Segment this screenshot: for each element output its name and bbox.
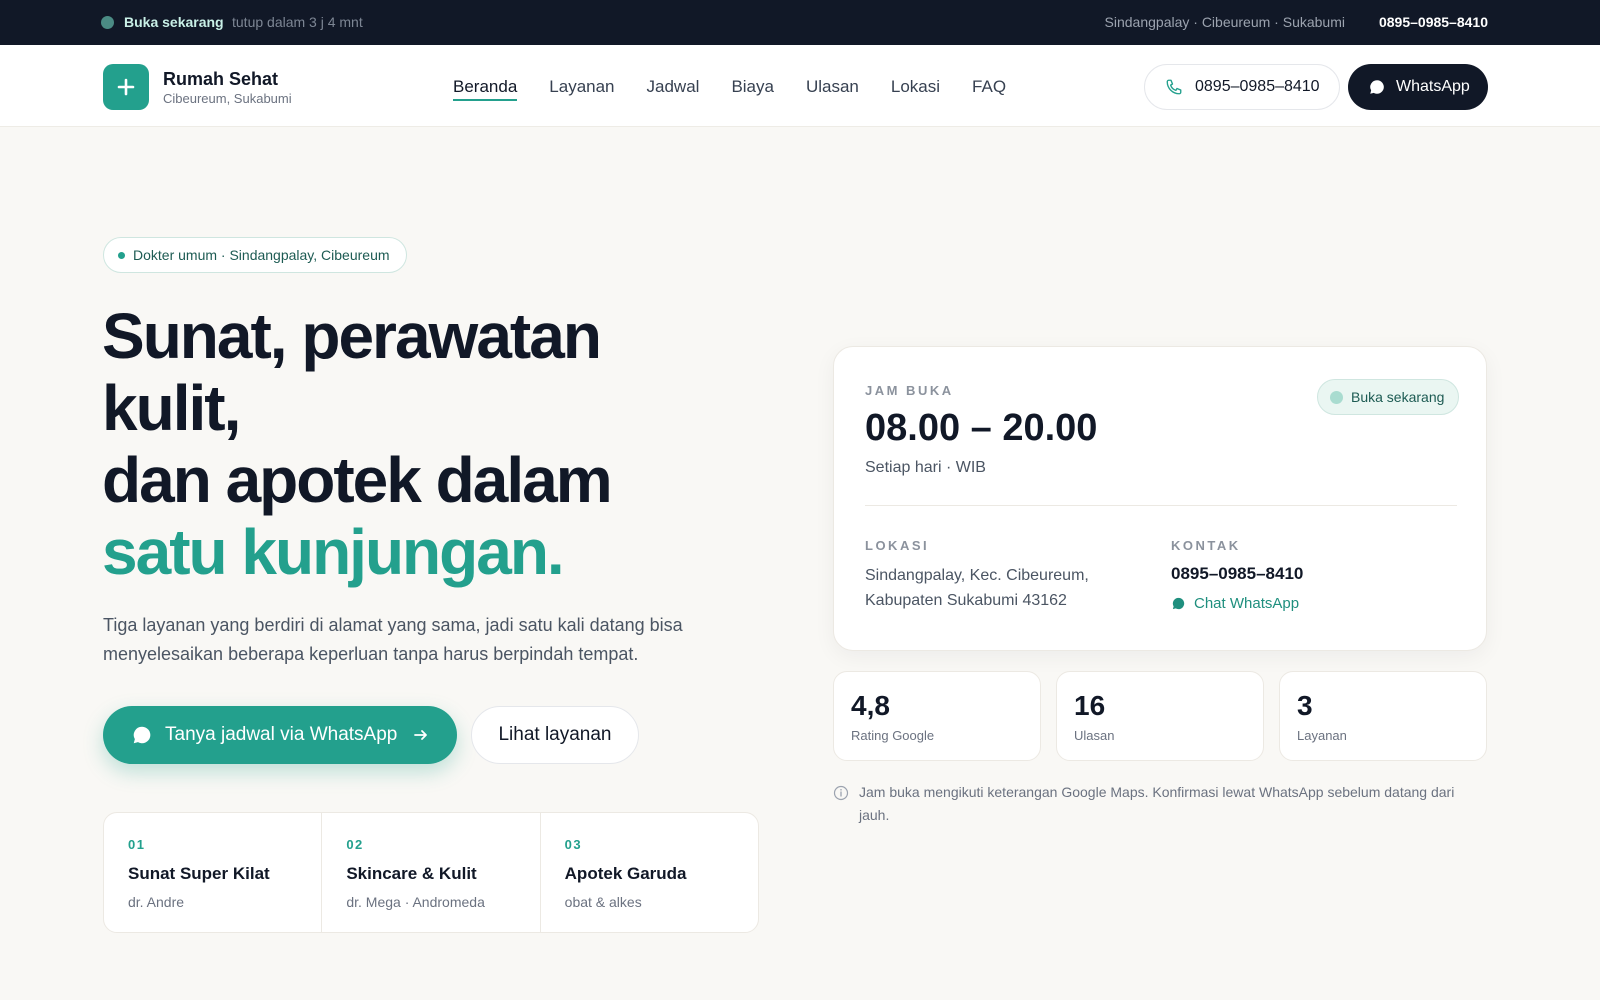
stat-value: 16 [1074, 690, 1106, 721]
service-card[interactable]: 01 Sunat Super Kilat dr. Andre [104, 813, 323, 932]
headline-accent: satu kunjungan. [102, 516, 565, 588]
nav-item-beranda[interactable]: Beranda [453, 77, 518, 101]
service-number: 02 [346, 837, 364, 852]
info-icon [833, 785, 849, 801]
location-label: LOKASI [865, 538, 930, 553]
stat-card-services: 3 Layanan [1279, 671, 1487, 761]
topbar-phone-link[interactable]: 0895–0985–8410 [1379, 14, 1488, 30]
stat-value: 3 [1297, 690, 1313, 721]
badge-label: Buka sekarang [1351, 389, 1445, 405]
card-divider [865, 505, 1457, 506]
category-pill: Dokter umum · Sindangpalay, Cibeureum [103, 237, 407, 273]
service-subtitle: dr. Andre [128, 894, 185, 910]
stat-label: Layanan [1297, 728, 1347, 743]
contact-phone-link[interactable]: 0895–0985–8410 [1171, 564, 1303, 584]
headline-line-1: Sunat, perawatan [102, 300, 602, 372]
service-number: 03 [564, 837, 583, 852]
brand-subtitle: Cibeureum, Sukabumi [163, 91, 292, 106]
service-name: Skincare & Kulit [346, 864, 477, 883]
service-card[interactable]: 02 Skincare & Kulit dr. Mega · Andromeda [322, 813, 541, 932]
contact-label: KONTAK [1171, 538, 1241, 553]
hours-label: JAM BUKA [865, 383, 954, 398]
arrow-right-icon [414, 730, 428, 740]
location-text: Sindangpalay · Cibeureum · Sukabumi [1104, 14, 1345, 30]
closing-time-text: tutup dalam 3 j 4 mnt [232, 14, 363, 30]
stat-card-reviews: 16 Ulasan [1056, 671, 1264, 761]
service-subtitle: dr. Mega · Andromeda [346, 894, 485, 910]
opening-hours-card: JAM BUKA 08.00 – 20.00 Setiap hari · WIB… [833, 346, 1487, 651]
open-status-label: Buka sekarang [124, 14, 224, 30]
view-services-button[interactable]: Lihat layanan [471, 706, 639, 764]
disclaimer-text: Jam buka mengikuti keterangan Google Map… [859, 784, 1455, 823]
hero-description: Tiga layanan yang berdiri di alamat yang… [103, 615, 683, 664]
main-nav: Beranda Layanan Jadwal Biaya Ulasan Loka… [453, 77, 1006, 101]
service-name: Sunat Super Kilat [128, 864, 270, 883]
badge-dot [1330, 390, 1343, 404]
open-status-badge: Buka sekarang [1317, 379, 1460, 415]
opening-hours: 08.00 – 20.00 [865, 407, 1098, 449]
pill-dot [118, 251, 125, 259]
nav-item-lokasi[interactable]: Lokasi [891, 77, 940, 101]
nav-item-jadwal[interactable]: Jadwal [647, 77, 700, 101]
brand-name[interactable]: Rumah Sehat [163, 69, 278, 90]
stat-label: Rating Google [851, 728, 935, 743]
whatsapp-schedule-label: Tanya jadwal via WhatsApp [165, 724, 398, 745]
service-subtitle: obat & alkes [564, 894, 642, 910]
open-status-dot [101, 16, 114, 29]
stat-value: 4,8 [851, 690, 890, 721]
site-header: Rumah Sehat Cibeureum, Sukabumi Beranda … [0, 45, 1600, 127]
hero-headline: Sunat, perawatan kulit, dan apotek dalam… [102, 300, 782, 588]
nav-item-biaya[interactable]: Biaya [731, 77, 774, 101]
pill-label: Dokter umum · Sindangpalay, Cibeureum [133, 247, 390, 263]
nav-item-ulasan[interactable]: Ulasan [806, 77, 859, 101]
call-button[interactable]: 0895–0985–8410 [1144, 64, 1340, 110]
logo[interactable] [103, 64, 149, 110]
stat-label: Ulasan [1074, 728, 1115, 743]
hours-disclaimer: Jam buka mengikuti keterangan Google Map… [833, 781, 1483, 827]
nav-item-layanan[interactable]: Layanan [549, 77, 614, 101]
whatsapp-icon [1172, 597, 1185, 610]
service-name: Apotek Garuda [564, 864, 687, 883]
location-address: Sindangpalay, Kec. Cibeureum, Kabupaten … [865, 567, 1089, 609]
plus-icon [117, 78, 135, 96]
services-strip: 01 Sunat Super Kilat dr. Andre 02 Skinca… [103, 812, 759, 933]
hours-subtitle: Setiap hari · WIB [865, 459, 986, 476]
service-number: 01 [128, 837, 146, 852]
chat-whatsapp-label: Chat WhatsApp [1194, 595, 1300, 612]
whatsapp-icon [133, 726, 151, 744]
whatsapp-schedule-button[interactable]: Tanya jadwal via WhatsApp [103, 706, 457, 764]
nav-item-faq[interactable]: FAQ [972, 77, 1006, 101]
whatsapp-icon [1370, 80, 1384, 94]
headline-line-3: dan apotek dalam [102, 444, 613, 516]
chat-whatsapp-link[interactable]: Chat WhatsApp [1171, 595, 1299, 612]
headline-line-2: kulit, [102, 372, 241, 444]
phone-icon [1166, 79, 1182, 95]
whatsapp-header-label: WhatsApp [1396, 78, 1470, 95]
call-button-label: 0895–0985–8410 [1195, 78, 1320, 95]
service-card[interactable]: 03 Apotek Garuda obat & alkes [541, 813, 758, 932]
announcement-bar: Buka sekarang tutup dalam 3 j 4 mnt Sind… [0, 0, 1600, 45]
stat-card-rating: 4,8 Rating Google [833, 671, 1041, 761]
whatsapp-header-button[interactable]: WhatsApp [1348, 64, 1488, 110]
